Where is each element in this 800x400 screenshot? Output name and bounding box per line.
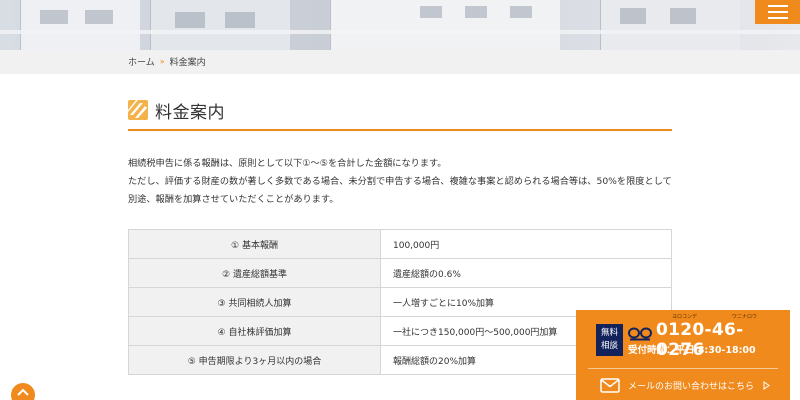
contact-divider [588,368,778,369]
phone-ruby-1: ヨロコンデ [672,314,698,320]
fee-label: ② 遺産総額基準 [128,258,381,288]
hamburger-icon [767,17,788,19]
window-shape [620,8,646,24]
breadcrumb: ホーム » 料金案内 [128,55,206,68]
building-shape [150,0,290,50]
chevron-up-icon [17,388,29,396]
badge-line-1: 無料 [600,328,618,338]
building-shape [20,0,140,50]
fee-label: ③ 共同相続人加算 [128,287,381,317]
hamburger-icon [767,5,788,7]
phone-ruby-2: ワニナロウ [732,314,758,320]
free-dial-icon [628,327,652,341]
breadcrumb-current: 料金案内 [169,58,206,68]
window-shape [670,8,696,24]
menu-button[interactable] [755,0,800,24]
table-row: ① 基本報酬 100,000円 [128,229,672,259]
window-shape [175,12,205,28]
fee-value: 100,000円 [380,229,672,259]
window-shape [40,10,68,24]
table-row: ② 遺産総額基準 遺産総額の0.6% [128,258,672,288]
breadcrumb-separator: » [159,57,165,66]
stripes-logo-icon [128,100,148,120]
page-heading: 料金案内 [128,97,672,131]
business-hours: 受付時間：平日 8:30-18:00 [628,345,756,356]
free-consultation-badge: 無料 相談 [596,324,623,356]
building-slab [0,30,800,34]
mail-link-label: メールのお問い合わせはこちら [628,382,755,392]
intro-line-1: 相続税申告に係る報酬は、原則として以下①〜⑤を合計した金額になります。 [128,158,447,169]
window-shape [510,6,532,18]
intro-text: 相続税申告に係る報酬は、原則として以下①〜⑤を合計した金額になります。 ただし、… [128,155,676,209]
window-shape [420,6,442,18]
mail-contact-link[interactable]: メールのお問い合わせはこちら [600,378,770,393]
hero-image [0,0,800,50]
window-shape [465,6,487,18]
envelope-icon [600,378,620,393]
page-top-button[interactable] [11,383,35,400]
intro-line-2: ただし、評価する財産の数が著しく多数である場合、未分割で申告する場合、複雑な事案… [128,176,672,205]
fee-label: ① 基本報酬 [128,229,381,259]
window-shape [225,12,255,28]
fee-label: ④ 自社株評価加算 [128,316,381,346]
badge-line-2: 相談 [600,341,618,351]
fee-value: 遺産総額の0.6% [380,258,672,288]
arrow-right-icon [763,381,770,390]
contact-box: 無料 相談 ヨロコンデ ワニナロウ 0120-46-0276 受付時間：平日 8… [576,310,790,400]
breadcrumb-bar: ホーム » 料金案内 [0,50,800,74]
window-shape [85,10,113,24]
page-title: 料金案内 [155,103,225,123]
fee-label: ⑤ 申告期限より3ヶ月以内の場合 [128,345,381,375]
breadcrumb-home-link[interactable]: ホーム [128,55,155,68]
hamburger-icon [767,11,788,13]
